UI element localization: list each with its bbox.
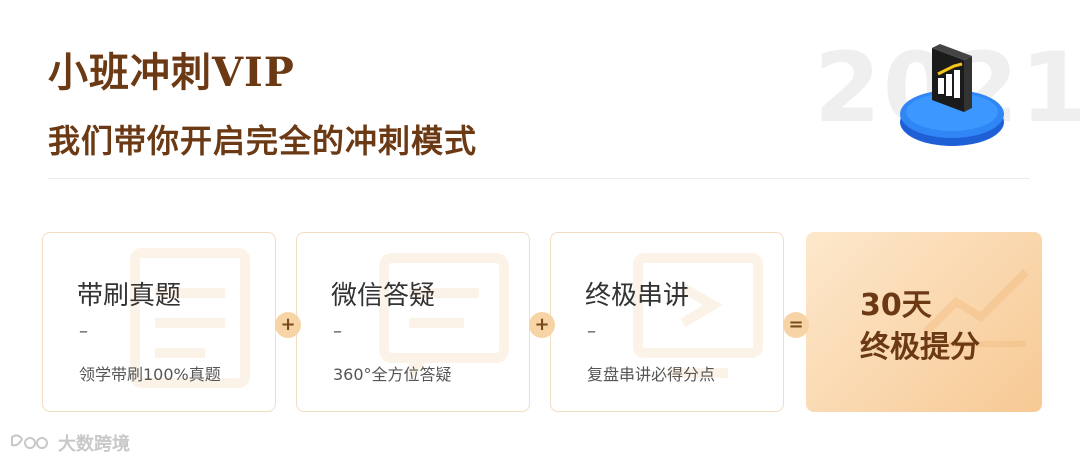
- result-card: 30天 终极提分: [806, 232, 1042, 412]
- page-title: 小班冲刺VIP: [48, 49, 295, 96]
- bar-chart-3d-icon: [900, 44, 1004, 146]
- card-dash: –: [333, 321, 342, 342]
- equals-icon: =: [783, 312, 809, 338]
- brand-watermark: 大数跨境: [8, 430, 130, 456]
- header-divider: [48, 178, 1030, 179]
- result-label: 终极提分: [860, 330, 980, 365]
- page-subtitle: 我们带你开启完全的冲刺模式: [48, 122, 478, 160]
- card-dash: –: [587, 321, 596, 342]
- card-title: 终极串讲: [585, 281, 690, 311]
- card-dash: –: [79, 321, 88, 342]
- plus-icon: +: [529, 312, 555, 338]
- plus-icon: +: [275, 312, 301, 338]
- card-description: 复盘串讲必得分点: [587, 365, 716, 384]
- feature-card-2: 微信答疑 – 360°全方位答疑: [296, 232, 530, 412]
- card-title: 微信答疑: [331, 281, 436, 311]
- card-description: 360°全方位答疑: [333, 365, 452, 384]
- brand-logo-icon: [11, 434, 48, 449]
- result-duration: 30天: [860, 288, 932, 323]
- brand-name: 大数跨境: [58, 434, 130, 455]
- feature-card-3: 终极串讲 – 复盘串讲必得分点: [550, 232, 784, 412]
- card-description: 领学带刷100%真题: [79, 365, 221, 384]
- feature-card-1: 带刷真题 – 领学带刷100%真题: [42, 232, 276, 412]
- card-title: 带刷真题: [77, 281, 182, 311]
